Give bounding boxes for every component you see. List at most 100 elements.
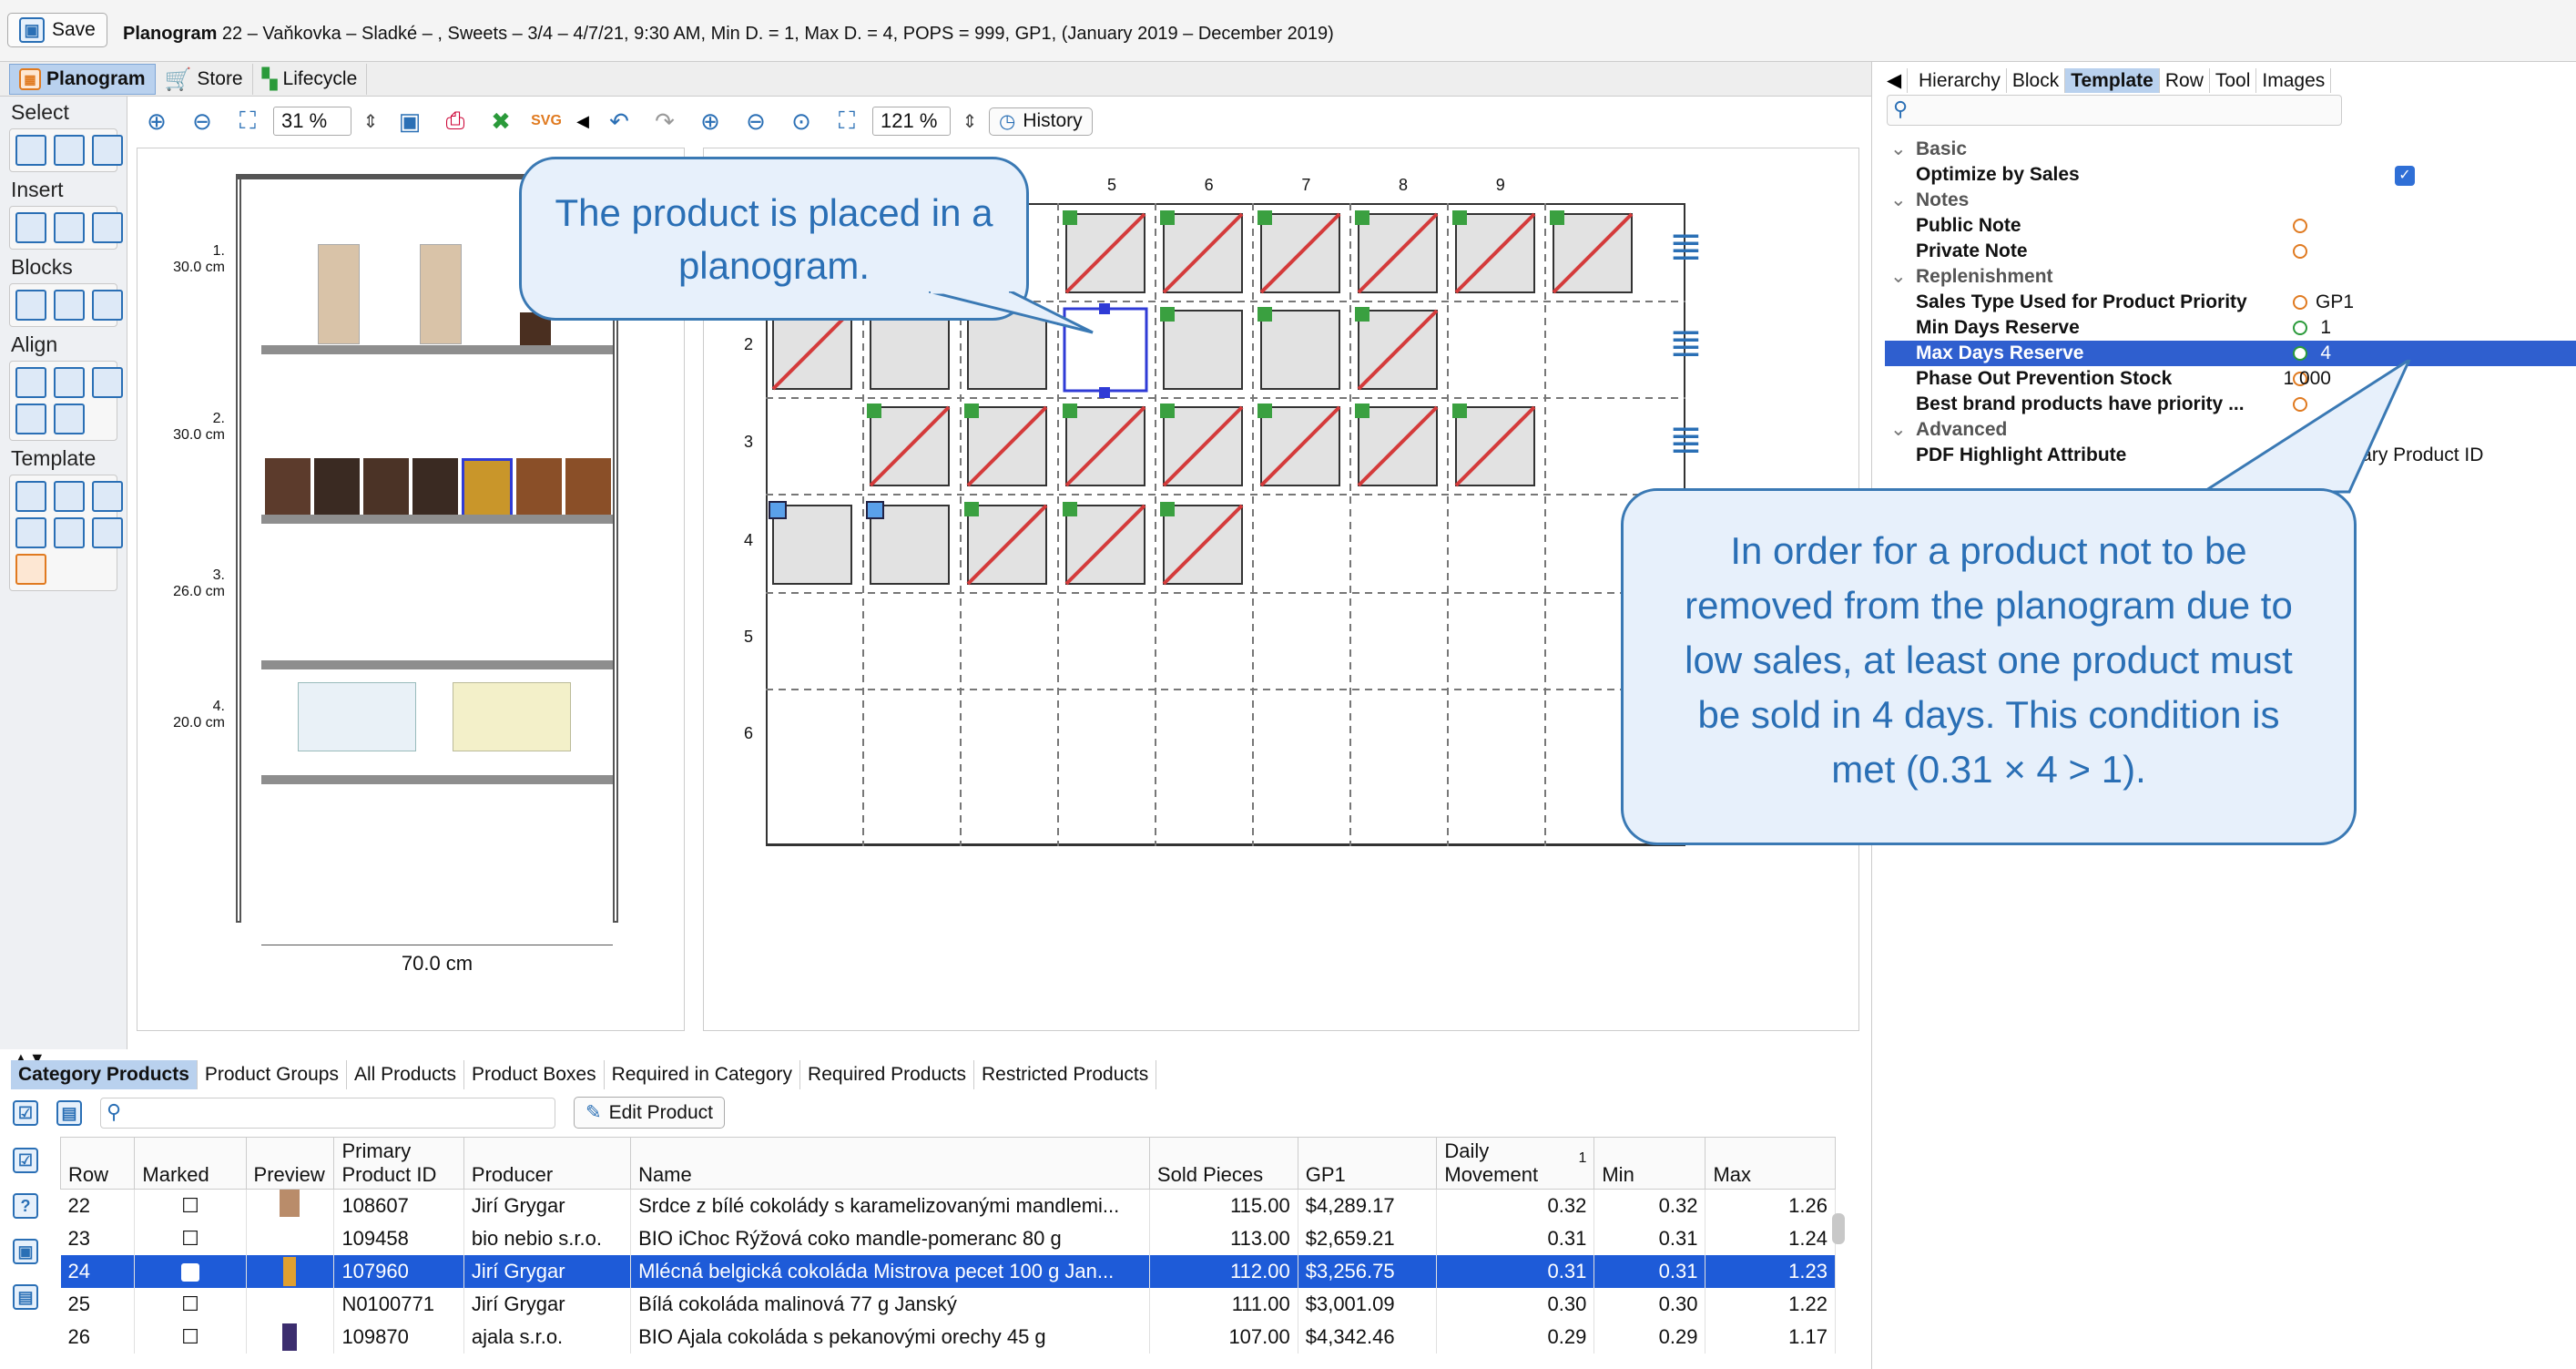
zoom-left-combo[interactable]: 31 % <box>273 107 351 136</box>
marked-checkbox[interactable]: ☐ <box>134 1222 247 1255</box>
insert-shelf-icon[interactable] <box>15 212 46 243</box>
template-5-icon[interactable] <box>54 517 85 548</box>
section-basic[interactable]: ⌄ Basic <box>1885 137 2576 162</box>
warning-icon[interactable] <box>15 554 46 585</box>
fit-icon[interactable]: ⛶ <box>228 107 268 136</box>
column-preview[interactable]: Preview <box>245 1137 335 1190</box>
product-image[interactable] <box>314 458 360 522</box>
tab-product-boxes[interactable]: Product Boxes <box>464 1060 605 1089</box>
block-b-icon[interactable] <box>54 290 85 321</box>
undo-icon[interactable]: ↶ <box>599 107 639 136</box>
align-left-icon[interactable] <box>15 367 46 398</box>
select-group-icon[interactable] <box>92 135 123 166</box>
prop-sales-type[interactable]: Sales Type Used for Product Priority GP1 <box>1885 290 2576 315</box>
tab-restricted-products[interactable]: Restricted Products <box>974 1060 1157 1089</box>
zoom-in-icon[interactable]: ⊕ <box>137 107 177 136</box>
template-2-icon[interactable] <box>54 481 85 512</box>
marked-checkbox[interactable]: ☐ <box>134 1321 247 1354</box>
tab-category-products[interactable]: Category Products <box>11 1060 198 1089</box>
product-image[interactable] <box>298 682 416 751</box>
block-c-icon[interactable] <box>92 290 123 321</box>
override-icon[interactable] <box>2293 321 2307 335</box>
marked-checkbox[interactable]: ☐ <box>134 1288 247 1321</box>
marked-checkbox[interactable]: ☐ <box>134 1189 247 1222</box>
column-sold-pieces[interactable]: Sold Pieces <box>1148 1137 1298 1190</box>
tab-images[interactable]: Images <box>2256 68 2332 93</box>
select-grid-icon[interactable] <box>54 135 85 166</box>
insert-divider-icon[interactable] <box>54 212 85 243</box>
fit-2-icon[interactable]: ⛶ <box>827 107 867 136</box>
tab-product-groups[interactable]: Product Groups <box>198 1060 347 1089</box>
column-gp1[interactable]: GP1 <box>1297 1137 1438 1190</box>
table-row[interactable]: 25 ☐ N0100771 Jirí Grygar Bílá cokoláda … <box>60 1288 1836 1321</box>
save-button[interactable]: ▣ Save <box>7 13 107 47</box>
pdf-icon[interactable]: ⎙ <box>435 107 475 136</box>
optimize-checkbox[interactable]: ✓ <box>2395 166 2415 186</box>
column-marked[interactable]: Marked <box>134 1137 247 1190</box>
product-image[interactable] <box>265 458 311 522</box>
template-4-icon[interactable] <box>15 517 46 548</box>
template-1-icon[interactable] <box>15 481 46 512</box>
product-image[interactable] <box>420 244 462 344</box>
svg-icon[interactable]: SVG <box>526 113 566 129</box>
edit-product-button[interactable]: ✎ Edit Product <box>574 1097 726 1129</box>
select-icon[interactable] <box>15 135 46 166</box>
zoom-in-2-icon[interactable]: ⊕ <box>690 107 730 136</box>
product-search-input[interactable]: ⚲ <box>100 1097 555 1129</box>
align-center-icon[interactable] <box>54 367 85 398</box>
zoom-select-icon[interactable]: ⊙ <box>781 107 821 136</box>
override-icon[interactable] <box>2293 346 2307 361</box>
insert-text-icon[interactable] <box>92 212 123 243</box>
stepper-2-icon[interactable]: ⇕ <box>956 110 983 133</box>
product-image[interactable] <box>412 458 458 522</box>
stepper-icon[interactable]: ⇕ <box>357 110 384 133</box>
check-all-icon[interactable]: ☑ <box>13 1099 38 1126</box>
product-image[interactable] <box>318 244 360 344</box>
tab-planogram[interactable]: ▦ Planogram <box>9 64 156 95</box>
redo-icon[interactable]: ↷ <box>645 107 685 136</box>
product-image[interactable] <box>565 458 611 522</box>
column-primary-product-id[interactable]: Primary Product ID <box>333 1137 464 1190</box>
inherit-icon[interactable] <box>2293 219 2307 233</box>
zoom-out-icon[interactable]: ⊖ <box>182 107 222 136</box>
prop-public-note[interactable]: Public Note <box>1885 213 2576 239</box>
image-icon[interactable]: ▣ <box>390 107 430 136</box>
tab-lifecycle[interactable]: ▚ Lifecycle <box>253 64 368 95</box>
template-6-icon[interactable] <box>92 517 123 548</box>
columns-icon[interactable]: ▤ <box>56 1099 82 1126</box>
row-handle-icon[interactable]: ≣ <box>1669 227 1703 267</box>
tab-hierarchy[interactable]: Hierarchy <box>1913 68 2007 93</box>
list-icon[interactable]: ▤ <box>13 1284 38 1310</box>
table-row[interactable]: 26 ☐ 109870 ajala s.r.o. BIO Ajala cokol… <box>60 1321 1836 1354</box>
tab-required-in-category[interactable]: Required in Category <box>605 1060 801 1089</box>
prop-private-note[interactable]: Private Note <box>1885 239 2576 264</box>
block-a-icon[interactable] <box>15 290 46 321</box>
section-notes[interactable]: ⌄ Notes <box>1885 188 2576 213</box>
tab-block[interactable]: Block <box>2006 68 2066 93</box>
product-image[interactable] <box>516 458 562 522</box>
product-image-selected[interactable] <box>462 458 513 522</box>
marked-checkbox[interactable] <box>134 1255 247 1288</box>
align-right-icon[interactable] <box>92 367 123 398</box>
collapse-right-icon[interactable]: ◀ <box>1881 68 1909 93</box>
tab-required-products[interactable]: Required Products <box>800 1060 974 1089</box>
table-row-selected[interactable]: 24 107960 Jirí Grygar Mlécná belgická co… <box>60 1255 1836 1288</box>
column-producer[interactable]: Producer <box>463 1137 632 1190</box>
help-icon[interactable]: ? <box>13 1193 38 1219</box>
product-image[interactable] <box>453 682 571 751</box>
inherit-icon[interactable] <box>2293 295 2307 310</box>
table-row[interactable]: 22 ☐ 108607 Jirí Grygar Srdce z bílé cok… <box>60 1189 1836 1222</box>
tab-tool[interactable]: Tool <box>2209 68 2257 93</box>
tab-all-products[interactable]: All Products <box>347 1060 464 1089</box>
zoom-right-combo[interactable]: 121 % <box>872 107 951 136</box>
tab-row[interactable]: Row <box>2159 68 2210 93</box>
tab-template[interactable]: Template <box>2065 68 2160 93</box>
history-button[interactable]: ◷ History <box>989 107 1093 136</box>
column-min[interactable]: Min <box>1593 1137 1706 1190</box>
row-handle-icon[interactable]: ≣ <box>1669 323 1703 363</box>
column-daily-movement[interactable]: Daily Movement 1 <box>1436 1137 1595 1190</box>
table-scrollbar[interactable] <box>1832 1213 1845 1244</box>
prop-min-days-reserve[interactable]: Min Days Reserve 1 <box>1885 315 2576 341</box>
column-row[interactable]: Row <box>59 1137 136 1190</box>
column-max[interactable]: Max <box>1705 1137 1836 1190</box>
